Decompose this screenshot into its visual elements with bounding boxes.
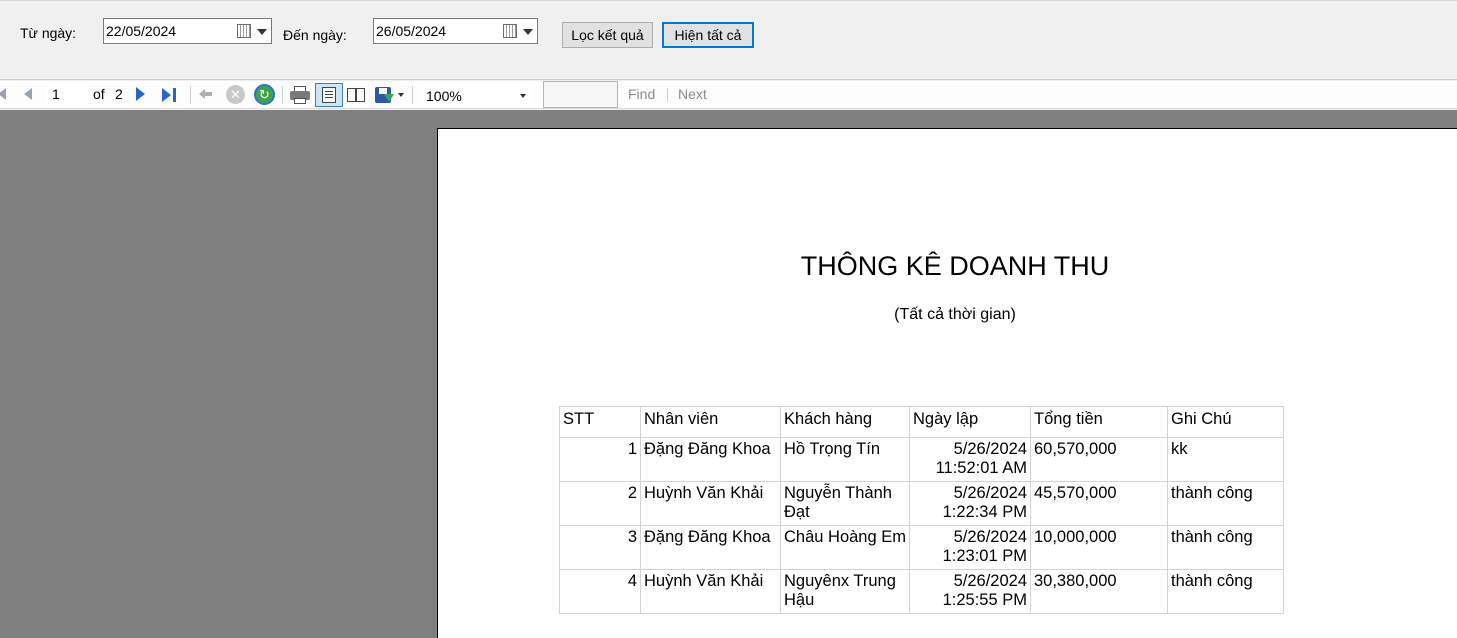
zoom-select[interactable]: 100% xyxy=(420,84,532,106)
column-header: Tổng tiền xyxy=(1030,406,1168,438)
report-viewer[interactable]: THÔNG KÊ DOANH THU (Tất cả thời gian) ST… xyxy=(0,110,1457,638)
separator xyxy=(667,88,668,102)
cell-date-time: 1:23:01 PM xyxy=(942,547,1027,565)
cell-stt: 3 xyxy=(559,525,641,570)
cell-date-time: 1:25:55 PM xyxy=(942,591,1027,609)
chevron-down-icon[interactable] xyxy=(520,94,526,98)
report-subtitle: (Tất cả thời gian) xyxy=(894,306,1016,323)
cell-customer: Nguyễn Thành Đạt xyxy=(780,481,910,526)
table-row: 1 Đặng Đăng Khoa Hồ Trọng Tín 5/26/2024 1… xyxy=(559,437,1284,482)
cell-employee: Đặng Đăng Khoa xyxy=(640,525,781,570)
calendar-icon[interactable] xyxy=(237,24,251,38)
to-date-label: Đến ngày: xyxy=(283,27,347,43)
cell-customer: Nguyênx Trung Hậu xyxy=(780,569,910,614)
cell-stt: 2 xyxy=(559,481,641,526)
cell-date: 5/26/2024 1:23:01 PM xyxy=(909,525,1031,570)
refresh-icon[interactable]: ↻ xyxy=(254,84,275,105)
chevron-down-icon[interactable] xyxy=(257,29,267,35)
filter-results-button[interactable]: Lọc kết quả xyxy=(562,22,653,48)
calendar-icon[interactable] xyxy=(503,24,517,38)
report-toolbar: 1 of 2 ✕ ↻ 100% Find Next xyxy=(0,81,1457,109)
of-label: of xyxy=(93,86,105,102)
print-layout-icon[interactable] xyxy=(315,83,343,107)
cell-date: 5/26/2024 1:22:34 PM xyxy=(909,481,1031,526)
cell-stt: 4 xyxy=(559,569,641,614)
to-date-picker[interactable]: 26/05/2024 xyxy=(373,18,538,44)
cell-date: 5/26/2024 1:25:55 PM xyxy=(909,569,1031,614)
first-page-icon[interactable] xyxy=(0,88,6,100)
cell-note: thành công xyxy=(1167,569,1284,614)
find-link[interactable]: Find xyxy=(628,86,655,102)
cell-employee: Đặng Đăng Khoa xyxy=(640,437,781,482)
column-header: Khách hàng xyxy=(780,406,910,438)
cell-total: 60,570,000 xyxy=(1030,437,1168,482)
separator xyxy=(190,86,191,104)
current-page-input[interactable]: 1 xyxy=(46,83,88,105)
separator xyxy=(412,86,413,104)
column-header: Nhân viên xyxy=(640,406,781,438)
stop-icon[interactable]: ✕ xyxy=(226,85,245,104)
report-page: THÔNG KÊ DOANH THU (Tất cả thời gian) ST… xyxy=(437,128,1457,638)
cell-total: 45,570,000 xyxy=(1030,481,1168,526)
filter-bar: Từ ngày: 22/05/2024 Đến ngày: 26/05/2024… xyxy=(0,0,1457,80)
export-icon[interactable] xyxy=(374,84,396,106)
column-header: Ghi Chú xyxy=(1167,406,1284,438)
cell-note: kk xyxy=(1167,437,1284,482)
chevron-down-icon[interactable] xyxy=(523,29,533,35)
from-date-value: 22/05/2024 xyxy=(106,23,177,39)
cell-total: 10,000,000 xyxy=(1030,525,1168,570)
cell-note: thành công xyxy=(1167,525,1284,570)
separator xyxy=(282,86,283,104)
cell-customer: Hồ Trọng Tín xyxy=(780,437,910,482)
cell-employee: Huỳnh Văn Khải xyxy=(640,481,781,526)
cell-note: thành công xyxy=(1167,481,1284,526)
cell-customer: Châu Hoàng Em xyxy=(780,525,910,570)
page-setup-icon[interactable] xyxy=(346,84,368,106)
table-row: 4 Huỳnh Văn Khải Nguyênx Trung Hậu 5/26/… xyxy=(559,569,1284,614)
cell-stt: 1 xyxy=(559,437,641,482)
find-input[interactable] xyxy=(543,81,618,108)
next-page-icon[interactable] xyxy=(136,87,145,101)
cell-total: 30,380,000 xyxy=(1030,569,1168,614)
cell-date-day: 5/26/2024 xyxy=(953,440,1027,458)
print-icon[interactable] xyxy=(289,84,311,106)
table-row: 3 Đặng Đăng Khoa Châu Hoàng Em 5/26/2024… xyxy=(559,525,1284,570)
back-icon[interactable] xyxy=(199,89,213,99)
cell-date: 5/26/2024 11:52:01 AM xyxy=(909,437,1031,482)
total-pages: 2 xyxy=(115,86,123,102)
cell-date-time: 1:22:34 PM xyxy=(942,503,1027,521)
cell-employee: Huỳnh Văn Khải xyxy=(640,569,781,614)
table-row: 2 Huỳnh Văn Khải Nguyễn Thành Đạt 5/26/2… xyxy=(559,481,1284,526)
report-title: THÔNG KÊ DOANH THU xyxy=(800,251,1110,281)
from-date-picker[interactable]: 22/05/2024 xyxy=(103,18,272,44)
next-link[interactable]: Next xyxy=(678,86,707,102)
cell-date-time: 11:52:01 AM xyxy=(935,459,1027,477)
column-header: STT xyxy=(559,406,641,438)
previous-page-icon[interactable] xyxy=(24,88,32,100)
to-date-value: 26/05/2024 xyxy=(376,23,447,39)
cell-date-day: 5/26/2024 xyxy=(953,528,1027,546)
column-header: Ngày lập xyxy=(909,406,1031,438)
from-date-label: Từ ngày: xyxy=(20,25,77,41)
zoom-value: 100% xyxy=(426,88,462,104)
chevron-down-icon[interactable] xyxy=(398,93,404,97)
cell-date-day: 5/26/2024 xyxy=(953,572,1027,590)
cell-date-day: 5/26/2024 xyxy=(953,484,1027,502)
table-header-row: STT Nhân viên Khách hàng Ngày lập Tổng t… xyxy=(559,406,1284,438)
show-all-button[interactable]: Hiện tất cả xyxy=(662,22,754,48)
last-page-icon[interactable] xyxy=(162,87,178,103)
report-table: STT Nhân viên Khách hàng Ngày lập Tổng t… xyxy=(559,406,1284,614)
